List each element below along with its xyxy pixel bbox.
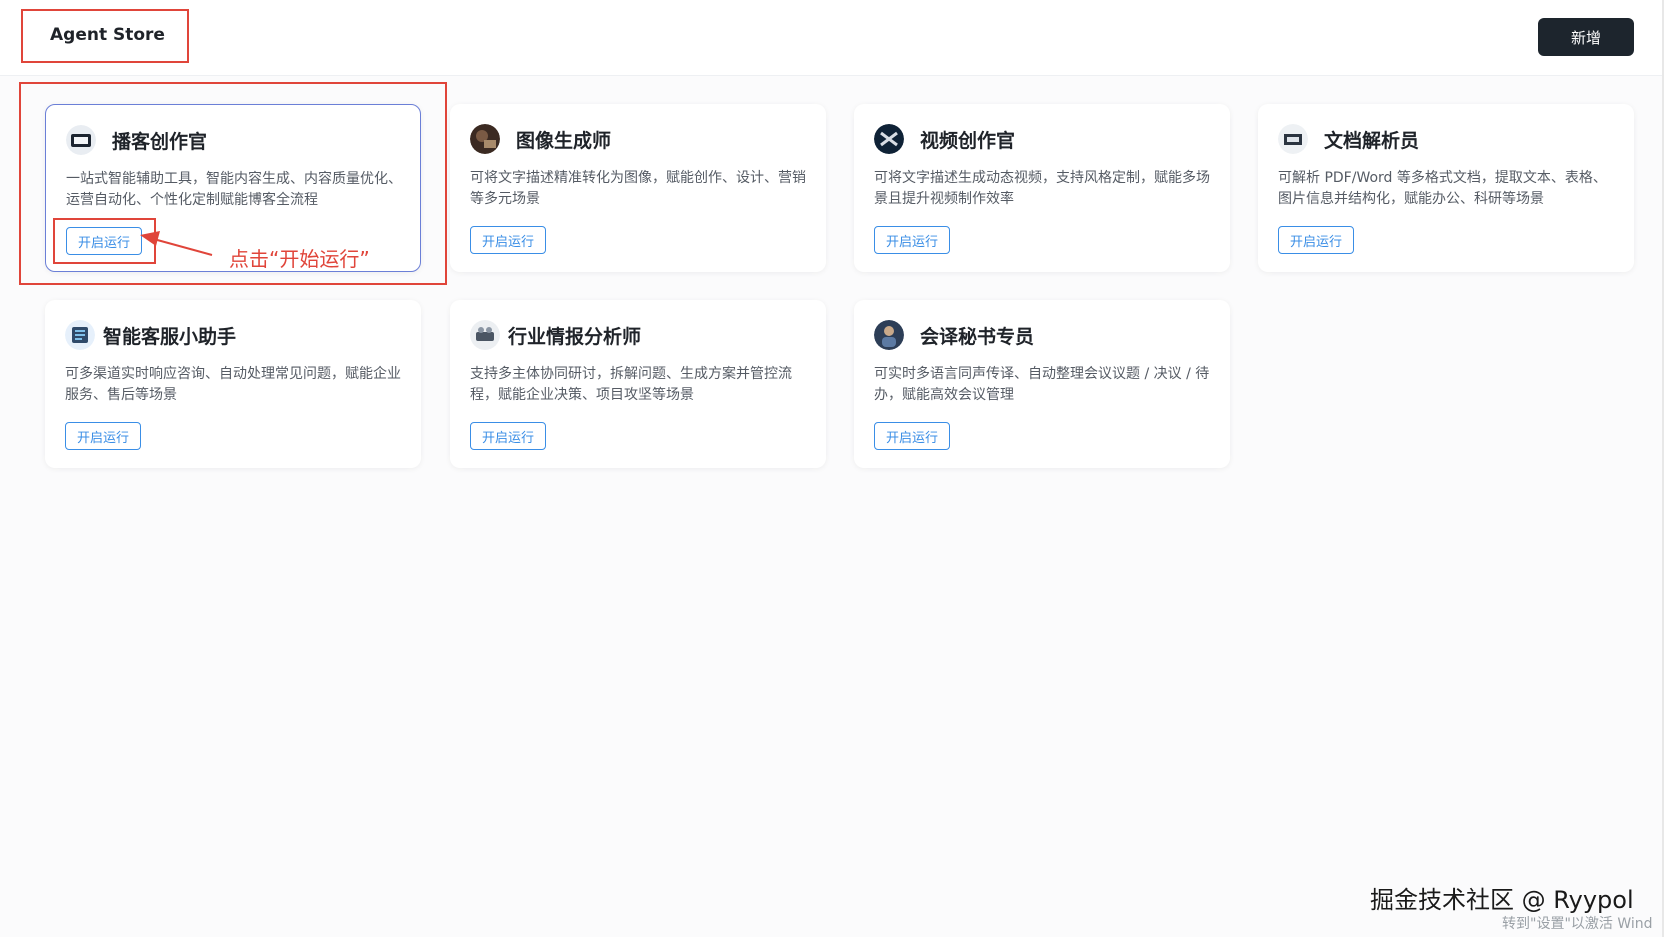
watermark: 掘金技术社区 @ Ryypol	[1370, 886, 1634, 914]
annotation-arrow-icon	[140, 231, 213, 256]
annotation-text: 点击“开始运行”	[229, 247, 370, 271]
windows-activate-notice: 转到"设置"以激活 Wind	[1502, 916, 1653, 932]
